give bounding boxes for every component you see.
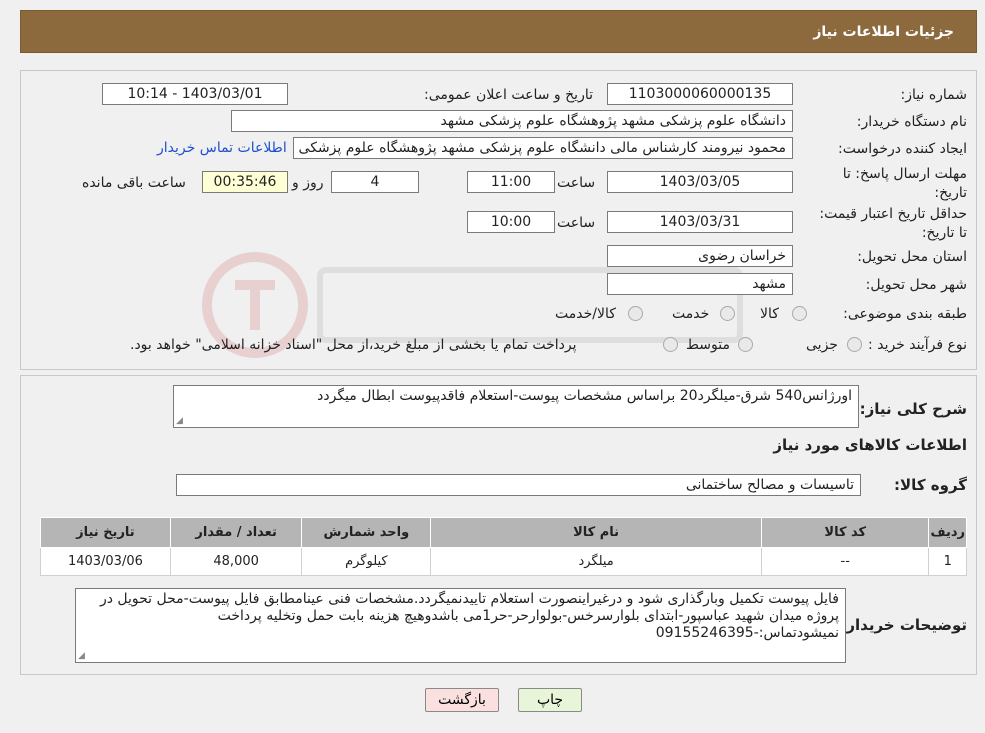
province-label: استان محل تحویل: [857,249,967,265]
item-code-cell: -- [761,547,930,576]
price-validity-label: حداقل تاریخ اعتبار قیمت: تا تاریخ: [819,206,967,241]
need-number-field: 1103000060000135 [607,83,793,105]
purchase-type-label: نوع فرآیند خرید : [868,337,967,353]
resize-handle-icon[interactable]: ◢ [176,417,183,426]
column-header: ردیف [928,517,967,548]
remaining-time-field: 00:35:46 [202,171,288,193]
purchase-medium-radio[interactable] [738,337,753,352]
category-service-radio[interactable] [720,306,735,321]
response-deadline-date: 1403/03/05 [607,171,793,193]
need-number-label: شماره نیاز: [900,87,968,103]
table-row: 1 -- میلگرد کیلوگرم 48,000 1403/03/06 [40,547,967,576]
need-date-cell: 1403/03/06 [40,547,171,576]
page-header: جزئیات اطلاعات نیاز [20,10,977,53]
buyer-contact-link[interactable]: اطلاعات تماس خریدار [157,140,287,156]
buyer-notes-label: توضیحات خریدار: [840,616,967,634]
column-header: تاریخ نیاز [40,517,171,548]
treasury-payment-checkbox[interactable] [663,337,678,352]
column-header: کد کالا [761,517,930,548]
category-goods-service-label: کالا/خدمت [555,306,616,322]
summary-textarea[interactable]: اورژانس540 شرق-میلگرد20 براساس مشخصات پی… [173,385,859,428]
days-label: روز و [292,175,324,191]
buyer-org-field: دانشگاه علوم پزشکی مشهد پژوهشگاه علوم پز… [231,110,793,132]
items-table: ردیف کد کالا نام کالا واحد شمارش تعداد /… [40,517,967,576]
column-header: نام کالا [430,517,763,548]
goods-group-field: تاسیسات و مصالح ساختمانی [176,474,861,496]
category-goods-service-radio[interactable] [628,306,643,321]
remaining-time-label: ساعت باقی مانده [82,175,186,191]
remaining-days-field: 4 [331,171,419,193]
goods-section-title: اطلاعات کالاهای مورد نیاز [773,436,967,454]
price-validity-time: 10:00 [467,211,555,233]
item-name-cell: میلگرد [430,547,763,576]
unit-cell: کیلوگرم [301,547,432,576]
category-goods-radio[interactable] [792,306,807,321]
price-validity-date: 1403/03/31 [607,211,793,233]
price-validity-time-label: ساعت [557,215,596,231]
response-deadline-time: 11:00 [467,171,555,193]
announce-datetime-label: تاریخ و ساعت اعلان عمومی: [424,87,593,103]
response-deadline-label: مهلت ارسال پاسخ: تا تاریخ: [842,166,967,201]
purchase-minor-radio[interactable] [847,337,862,352]
summary-label: شرح کلی نیاز: [859,400,967,418]
city-label: شهر محل تحویل: [865,277,967,293]
category-service-label: خدمت [672,306,710,322]
page-title: جزئیات اطلاعات نیاز [813,24,954,40]
goods-group-label: گروه کالا: [894,476,967,494]
print-button[interactable]: چاپ [518,688,582,712]
announce-datetime-field: 1403/03/01 - 10:14 [102,83,288,105]
column-header: واحد شمارش [301,517,432,548]
treasury-payment-note: پرداخت تمام یا بخشی از مبلغ خرید،از محل … [130,337,577,353]
quantity-cell: 48,000 [169,547,303,576]
purchase-minor-label: جزیی [806,337,838,353]
resize-handle-icon[interactable]: ◢ [78,652,85,661]
summary-text: اورژانس540 شرق-میلگرد20 براساس مشخصات پی… [317,388,852,404]
back-button[interactable]: بازگشت [425,688,499,712]
category-goods-label: کالا [760,306,779,322]
purchase-medium-label: متوسط [686,337,730,353]
buyer-org-label: نام دستگاه خریدار: [856,114,967,130]
buyer-notes-textarea[interactable]: فایل پیوست تکمیل وبارگذاری شود و درغیرای… [75,588,846,663]
requester-label: ایجاد کننده درخواست: [838,141,967,157]
province-field: خراسان رضوی [607,245,793,267]
city-field: مشهد [607,273,793,295]
column-header: تعداد / مقدار [169,517,303,548]
response-time-label: ساعت [557,175,596,191]
buyer-notes-text: فایل پیوست تکمیل وبارگذاری شود و درغیرای… [99,591,839,641]
table-header-row: ردیف کد کالا نام کالا واحد شمارش تعداد /… [40,517,967,548]
requester-field: محمود نیرومند کارشناس مالی دانشگاه علوم … [293,137,793,159]
row-number-cell: 1 [928,547,967,576]
category-label: طبقه بندی موضوعی: [843,306,967,322]
